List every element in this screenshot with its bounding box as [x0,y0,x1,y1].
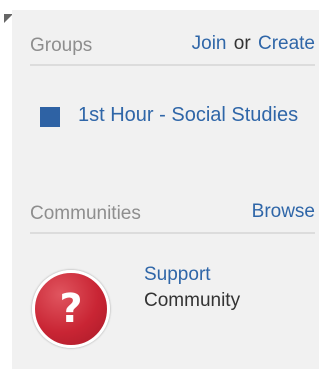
groups-actions: Join or Create [192,33,315,55]
groups-title: Groups [30,35,93,56]
community-item[interactable]: ? Support Community [32,258,317,348]
community-name: Support Community [144,262,240,314]
browse-communities-link[interactable]: Browse [252,201,315,222]
groups-header: Groups Join or Create [30,22,315,66]
community-name-link[interactable]: Support [144,262,240,288]
group-label[interactable]: 1st Hour - Social Studies [78,101,308,129]
join-group-link[interactable]: Join [192,33,227,54]
sidebar-panel: Groups Join or Create 1st Hour - Social … [12,10,319,369]
question-mark-glyph: ? [59,286,83,332]
communities-title: Communities [30,203,141,224]
group-color-swatch [40,107,60,127]
community-name-suffix: Community [144,290,241,311]
or-separator: or [233,33,251,54]
create-group-link[interactable]: Create [258,33,315,54]
communities-header: Communities Browse [30,190,315,234]
question-mark-icon[interactable]: ? [32,270,110,348]
communities-actions: Browse [252,201,315,223]
